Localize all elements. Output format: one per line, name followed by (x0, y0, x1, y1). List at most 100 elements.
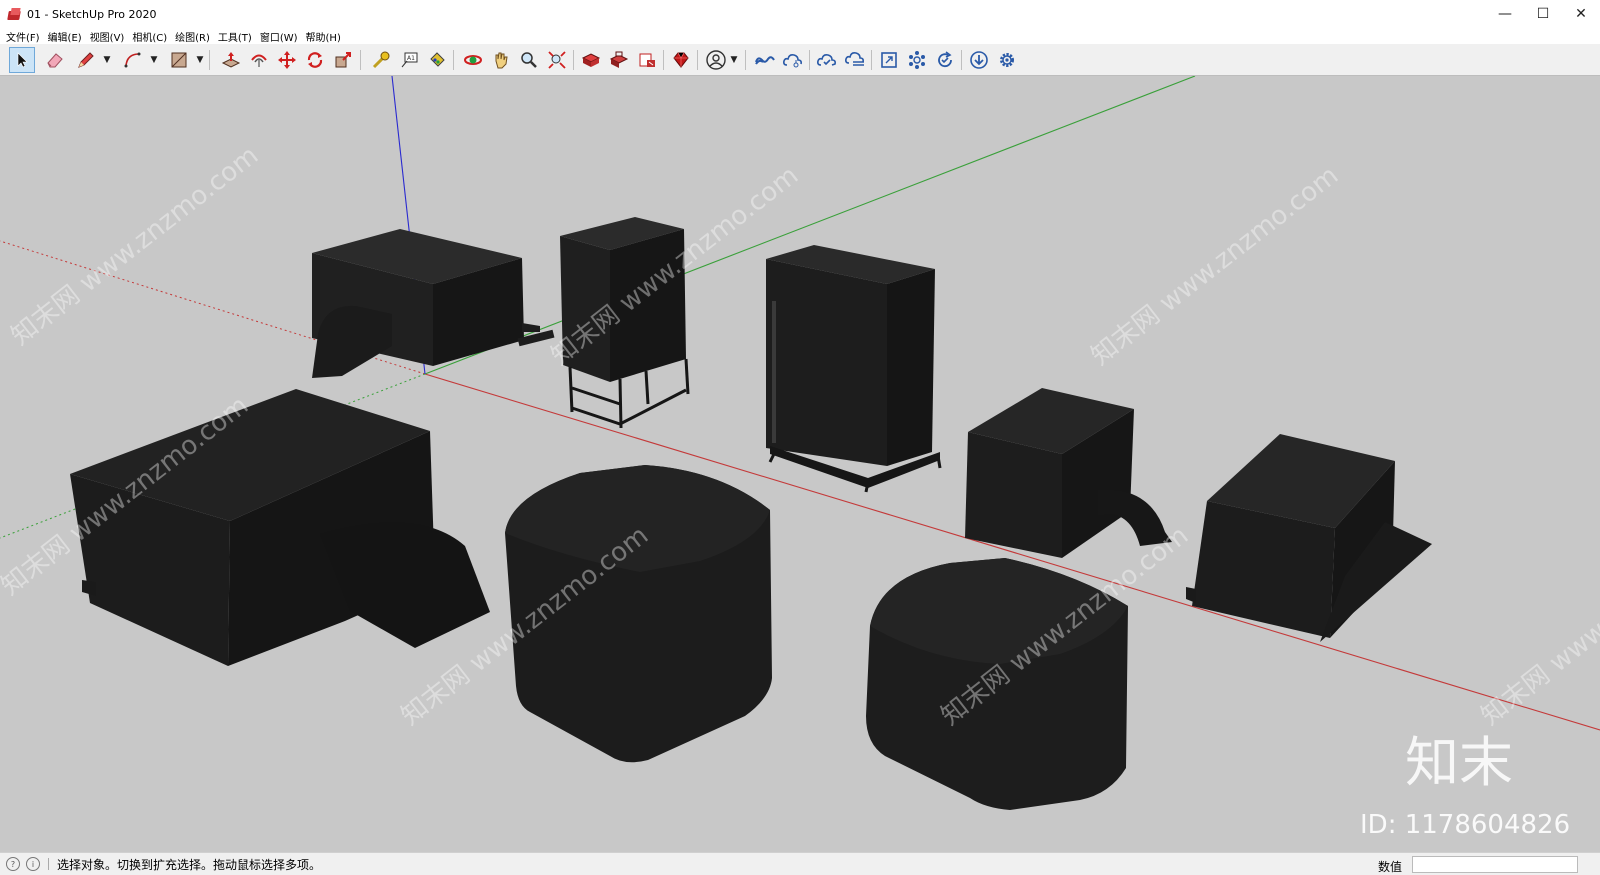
chevron-down-icon: ▼ (196, 55, 204, 65)
toolbar-separator (871, 50, 872, 70)
info-icon[interactable]: i (26, 857, 40, 871)
move-icon (278, 51, 296, 69)
refresh-tool-button[interactable] (932, 47, 958, 73)
user-account-icon (706, 50, 726, 70)
hvac-unit-small-duct[interactable] (965, 388, 1172, 558)
rectangle-tool-button[interactable] (166, 47, 192, 73)
minimize-button[interactable]: — (1486, 0, 1524, 28)
paint-bucket-icon (430, 52, 445, 67)
main-toolbar: ▼ ▼ ▼ A1 ▼ (0, 44, 1600, 76)
rotate-tool-button[interactable] (302, 47, 328, 73)
sketchup-logo-icon (7, 7, 21, 21)
zoom-extents-icon (548, 51, 566, 69)
menu-edit[interactable]: 编辑(E) (46, 29, 88, 44)
download-icon (970, 51, 988, 69)
maximize-button[interactable]: ☐ (1524, 0, 1562, 28)
share-tool-button[interactable] (780, 47, 806, 73)
settings-tool-button[interactable] (994, 47, 1020, 73)
components-icon (909, 51, 925, 69)
menu-help[interactable]: 帮助(H) (304, 29, 347, 44)
arrow-cursor-icon (17, 52, 28, 68)
components-tool-button[interactable] (904, 47, 930, 73)
svg-text:A1: A1 (407, 55, 415, 62)
chevron-down-icon: ▼ (150, 55, 158, 65)
import-tool-button[interactable] (966, 47, 992, 73)
account-dropdown[interactable]: ▼ (728, 47, 740, 73)
arc-icon (124, 52, 141, 68)
brand-logo-text: 知末 (1405, 731, 1513, 794)
scale-icon (335, 52, 351, 68)
pan-tool-button[interactable] (488, 47, 514, 73)
close-button[interactable]: ✕ (1562, 0, 1600, 28)
line-tool-button[interactable] (73, 47, 99, 73)
text-tool-button[interactable]: A1 (396, 47, 422, 73)
menu-view[interactable]: 视图(V) (88, 29, 131, 44)
menu-draw[interactable]: 绘图(R) (173, 29, 216, 44)
toolbar-separator (961, 50, 962, 70)
offset-icon (251, 54, 267, 67)
chevron-down-icon: ▼ (103, 55, 111, 65)
toolbar-separator (809, 50, 810, 70)
geo-location-icon[interactable]: ? (6, 857, 20, 871)
rectangle-tool-dropdown[interactable]: ▼ (194, 47, 206, 73)
rotate-icon (307, 52, 323, 68)
tape-measure-tool-button[interactable] (368, 47, 394, 73)
scale-tool-button[interactable] (330, 47, 356, 73)
arc-tool-dropdown[interactable]: ▼ (148, 47, 160, 73)
zoom-icon (521, 52, 537, 68)
trimble-connect-icon (755, 56, 775, 65)
hvac-unit-large-front[interactable] (70, 389, 490, 666)
chevron-down-icon: ▼ (730, 55, 738, 65)
menu-file[interactable]: 文件(F) (4, 29, 46, 44)
ruby-gem-icon (673, 52, 689, 68)
move-tool-button[interactable] (274, 47, 300, 73)
model-canvas[interactable]: 知末网 www.znzmo.com 知末网 www.znzmo.com 知末网 … (0, 76, 1600, 852)
id-label: ID: 1178604826 (1360, 810, 1570, 840)
offset-tool-button[interactable] (246, 47, 272, 73)
status-separator (48, 858, 49, 870)
fit-view-tool-button[interactable] (876, 47, 902, 73)
hand-icon (495, 52, 508, 69)
tape-measure-icon (372, 51, 390, 69)
pencil-icon (78, 52, 94, 68)
cloud-share-icon (783, 54, 802, 68)
menu-camera[interactable]: 相机(C) (130, 29, 173, 44)
eraser-icon (47, 53, 63, 68)
trimble-connect-tool-button[interactable] (752, 47, 778, 73)
hvac-unit-rooftop-1[interactable] (312, 229, 555, 378)
measurements-label: 数值 (1378, 860, 1403, 874)
extension-warehouse-icon (609, 51, 629, 68)
extension-warehouse-tool-button[interactable] (606, 47, 632, 73)
cloud-list-tool-button[interactable] (842, 47, 868, 73)
hvac-unit-tall-cabinet[interactable] (766, 245, 942, 493)
select-tool-button[interactable] (9, 47, 35, 73)
measurements-input[interactable] (1412, 856, 1578, 873)
menu-window[interactable]: 窗口(W) (258, 29, 304, 44)
title-bar: 01 - SketchUp Pro 2020 — ☐ ✕ (0, 0, 1600, 28)
layout-icon (639, 53, 655, 67)
cloud-sync-tool-button[interactable] (814, 47, 840, 73)
toolbar-separator (360, 50, 361, 70)
zoom-tool-button[interactable] (516, 47, 542, 73)
push-pull-icon (221, 52, 241, 68)
warehouse-tool-button[interactable] (578, 47, 604, 73)
orbit-tool-button[interactable] (460, 47, 486, 73)
gear-icon (1000, 53, 1014, 67)
layout-tool-button[interactable] (634, 47, 660, 73)
eraser-tool-button[interactable] (42, 47, 68, 73)
zoom-extents-tool-button[interactable] (544, 47, 570, 73)
watermark-text: 知末网 www.znzmo.com (1476, 521, 1600, 732)
line-tool-dropdown[interactable]: ▼ (101, 47, 113, 73)
menu-tools[interactable]: 工具(T) (216, 29, 258, 44)
push-pull-tool-button[interactable] (218, 47, 244, 73)
model-viewport[interactable]: 知末网 www.znzmo.com 知末网 www.znzmo.com 知末网 … (0, 76, 1600, 852)
arc-tool-button[interactable] (120, 47, 146, 73)
3d-warehouse-icon (581, 53, 601, 67)
extension-manager-tool-button[interactable] (668, 47, 694, 73)
refresh-check-icon (938, 51, 952, 68)
paint-bucket-tool-button[interactable] (424, 47, 450, 73)
watermark-text: 知末网 www.znzmo.com (6, 141, 264, 352)
hvac-unit-right-hood[interactable] (1186, 434, 1432, 642)
text-icon: A1 (401, 52, 418, 68)
account-tool-button[interactable] (703, 47, 729, 73)
